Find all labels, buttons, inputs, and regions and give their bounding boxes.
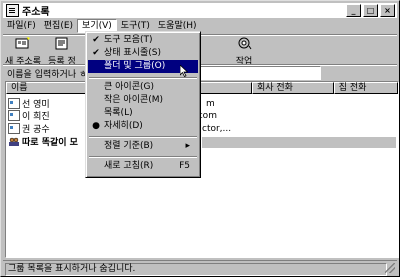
contact-email: ctor,... [202, 123, 232, 134]
new-contact-button[interactable]: 새 주소록 [5, 36, 41, 67]
contact-card-icon [8, 123, 20, 134]
contact-email: m [206, 98, 215, 109]
table-row-group[interactable]: 따로 똑같이 모 [8, 136, 78, 148]
resize-grip-icon[interactable] [385, 263, 395, 273]
minimize-button[interactable]: _ [346, 4, 361, 17]
action-icon [238, 37, 252, 50]
action-button[interactable]: 작업 [229, 36, 259, 67]
maximize-button[interactable]: □ [363, 4, 378, 17]
contact-card-icon [8, 110, 20, 121]
status-text: 그룹 목록을 표시하거나 숨깁니다. [5, 263, 387, 276]
list-header: 이름 회사 전화 집 전화 [6, 82, 398, 94]
check-icon: ✔ [92, 35, 100, 45]
menu-separator [89, 77, 197, 79]
search-label: 이름을 입력하거나 ㅎ [7, 70, 88, 80]
menu-item-small-icons[interactable]: 작은 아이콘(M) [88, 94, 198, 107]
window-title: 주소록 [22, 7, 50, 18]
view-menu-dropdown: ✔ 도구 모음(T) ✔ 상태 표시줄(S) 폴더 및 그룹(O) 큰 아이콘(… [85, 31, 201, 178]
menu-file[interactable]: 파일(F) [3, 19, 40, 33]
menu-item-sort-by[interactable]: 정렬 기준(B) ▸ [88, 140, 198, 153]
menu-item-large-icons[interactable]: 큰 아이콘(G) [88, 81, 198, 94]
mouse-pointer-icon [180, 65, 188, 77]
properties-icon [55, 37, 68, 50]
search-row: 이름을 입력하거나 ㅎ [7, 67, 87, 80]
contact-card-icon [8, 98, 20, 109]
group-name: 따로 똑같이 모 [22, 138, 78, 148]
menu-item-toolbar[interactable]: ✔ 도구 모음(T) [88, 34, 198, 47]
menu-edit[interactable]: 편집(E) [40, 19, 77, 33]
properties-button[interactable]: 등록 정 [43, 36, 81, 67]
menu-item-list[interactable]: 목록(L) [88, 107, 198, 120]
menu-item-refresh[interactable]: 새로 고침(R) F5 [88, 160, 198, 173]
column-business-phone[interactable]: 회사 전화 [251, 82, 334, 94]
address-book-icon [6, 4, 19, 17]
group-icon [8, 137, 20, 146]
menu-item-statusbar[interactable]: ✔ 상태 표시줄(S) [88, 47, 198, 60]
menu-item-details[interactable]: ● 자세히(D) [88, 120, 198, 133]
menu-separator [89, 136, 197, 138]
refresh-shortcut: F5 [179, 161, 190, 171]
radio-dot-icon: ● [92, 121, 100, 131]
title-bar[interactable]: 주소록 _ □ × [3, 3, 397, 18]
close-button[interactable]: × [380, 4, 395, 17]
column-home-phone[interactable]: 집 전화 [333, 82, 398, 94]
new-card-icon [15, 37, 30, 49]
check-icon: ✔ [92, 48, 100, 58]
menu-separator [89, 156, 197, 158]
submenu-arrow-icon: ▸ [185, 141, 190, 151]
contact-list[interactable]: 이름 회사 전화 집 전화 선 영미 m 이 희진 r.com 권 공수 cto… [5, 81, 399, 258]
address-book-window: 주소록 _ □ × 파일(F) 편집(E) 보기(V) 도구(T) 도움말(H)… [0, 0, 400, 277]
group-row-highlight [202, 137, 396, 148]
status-bar: 그룹 목록을 표시하거나 숨깁니다. [3, 260, 397, 276]
